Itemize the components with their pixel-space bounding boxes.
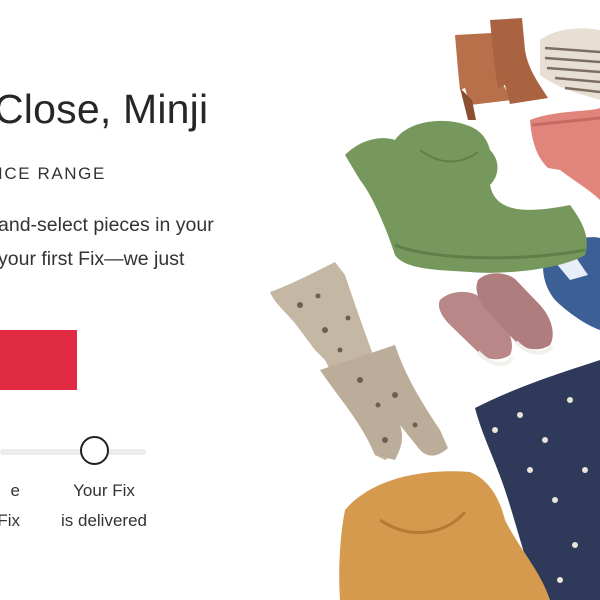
brown-boots [455, 18, 548, 120]
step-label-previous: e Fix [0, 476, 20, 536]
step-prev-line-1: e [10, 481, 20, 500]
pink-shorts [530, 108, 600, 200]
leopard-pants [270, 262, 448, 460]
intro-line-1: and-select pieces in your [0, 214, 214, 236]
progress-track [0, 449, 146, 455]
step-fix-line-2: is delivered [61, 511, 147, 530]
step-label-your-fix: Your Fix is delivered [54, 476, 154, 536]
cta-button[interactable] [0, 330, 77, 390]
price-range-eyebrow: ICE RANGE [0, 164, 106, 183]
page-heading: Close, Minji [0, 86, 209, 132]
mauve-sneakers [438, 273, 554, 366]
step-prev-line-2: Fix [0, 511, 20, 530]
striped-top [540, 28, 600, 101]
intro-line-2: your first Fix—we just [0, 248, 185, 270]
step-fix-line-1: Your Fix [73, 481, 135, 500]
clothing-flatlay-image [270, 18, 600, 600]
intro-text: and-select pieces in your your first Fix… [0, 208, 214, 276]
progress-step-marker [80, 436, 109, 465]
